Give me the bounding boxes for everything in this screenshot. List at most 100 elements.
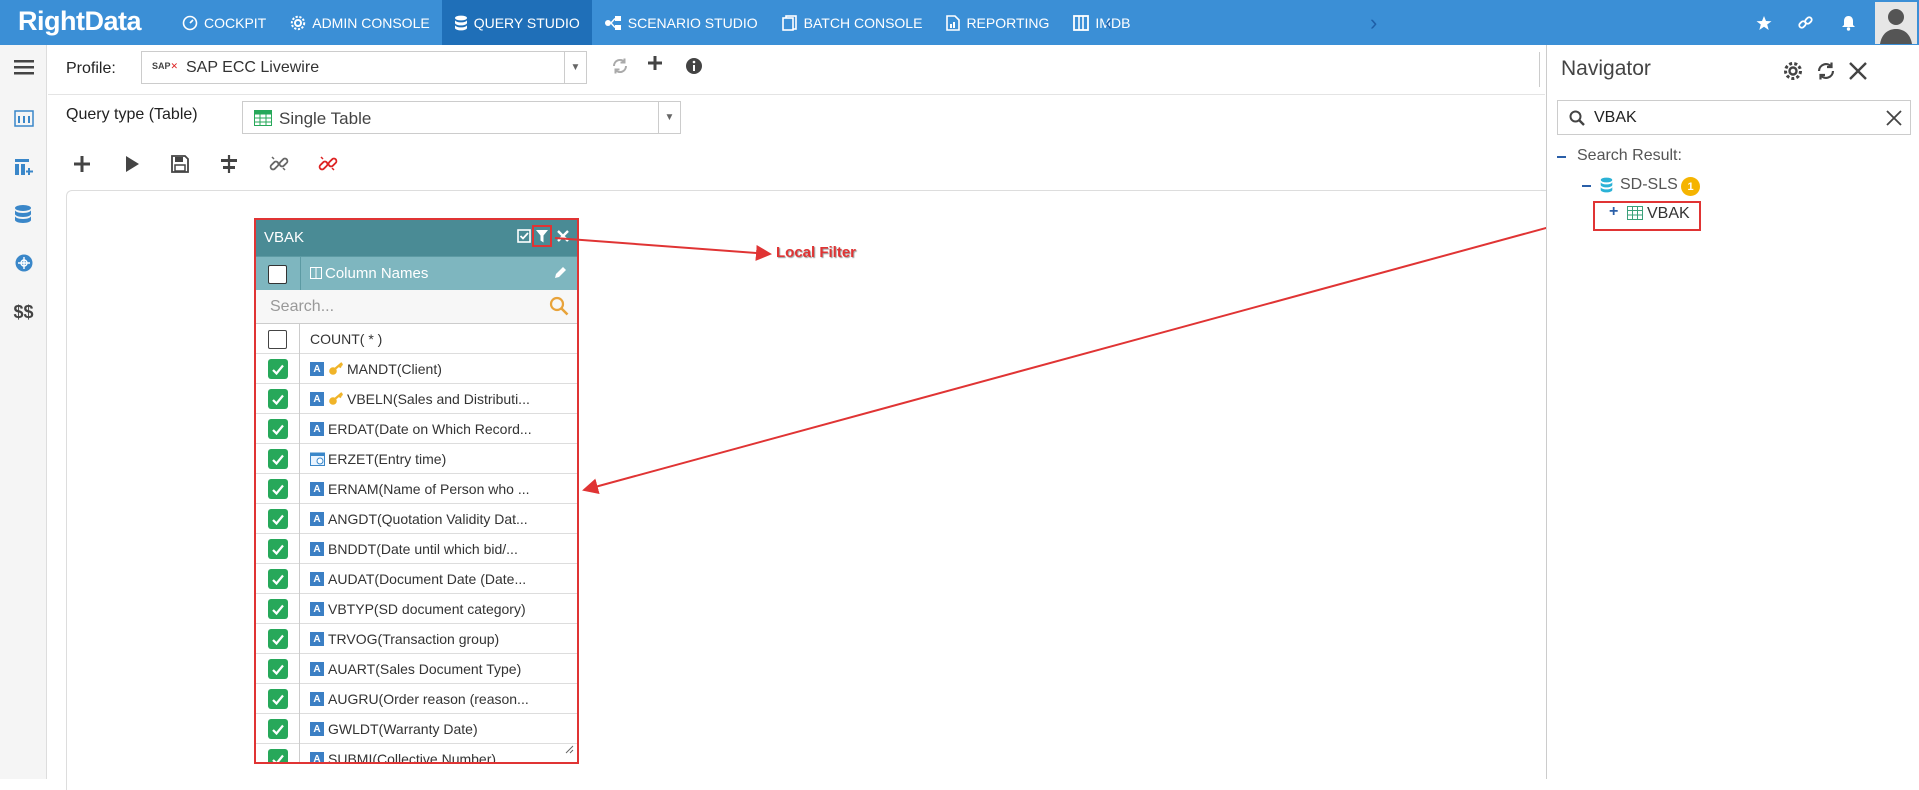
collapse-icon[interactable] bbox=[1557, 156, 1566, 158]
table-widget-vbak[interactable]: VBAK Column Names Search... COUNT(*) A… bbox=[254, 218, 579, 764]
table-row[interactable]: A GWLDT(Warranty Date) bbox=[256, 714, 577, 744]
table-row[interactable]: A AUGRU(Order reason (reason... bbox=[256, 684, 577, 714]
navigator-search-input[interactable]: VBAK bbox=[1594, 109, 1637, 127]
clear-search-icon[interactable] bbox=[1886, 110, 1902, 131]
link-icon[interactable] bbox=[1785, 15, 1827, 31]
navigator-title: Navigator bbox=[1561, 57, 1651, 80]
gear-icon bbox=[290, 15, 306, 31]
checked-checkbox[interactable] bbox=[268, 479, 288, 499]
chevron-down-icon[interactable]: ▼ bbox=[658, 102, 680, 133]
query-type-select[interactable]: Single Table ▼ bbox=[242, 101, 681, 134]
column-name-label: MANDT(Client) bbox=[347, 361, 442, 377]
table-row[interactable]: A VBTYP(SD document category) bbox=[256, 594, 577, 624]
nav-scroll-left-icon[interactable]: ‹ bbox=[1105, 10, 1112, 36]
add-profile-icon[interactable] bbox=[647, 55, 663, 71]
rightdata-logo[interactable]: RightData bbox=[18, 6, 142, 38]
gear-icon[interactable] bbox=[1783, 61, 1803, 86]
unchecked-checkbox[interactable] bbox=[268, 330, 287, 349]
table-row[interactable]: A BNDDT(Date until which bid/... bbox=[256, 534, 577, 564]
collapse-icon[interactable] bbox=[1582, 185, 1591, 187]
info-icon[interactable] bbox=[685, 57, 703, 75]
primary-key-icon bbox=[328, 362, 344, 381]
flow-icon bbox=[604, 15, 622, 31]
navigator-panel: Navigator VBAK Search Result: SD-SLS 1 +… bbox=[1546, 45, 1919, 779]
table-row[interactable]: ERZET(Entry time) bbox=[256, 444, 577, 474]
table-row[interactable]: A AUART(Sales Document Type) bbox=[256, 654, 577, 684]
table-row[interactable]: A ERNAM(Name of Person who ... bbox=[256, 474, 577, 504]
database-icon bbox=[1600, 177, 1613, 198]
nav-query-studio[interactable]: QUERY STUDIO bbox=[441, 0, 592, 45]
document-stack-icon bbox=[781, 14, 798, 31]
search-icon[interactable] bbox=[549, 296, 569, 321]
cost-dollar-item[interactable]: $$ bbox=[0, 294, 47, 330]
checked-checkbox[interactable] bbox=[268, 719, 288, 739]
table-row[interactable]: A TRVOG(Transaction group) bbox=[256, 624, 577, 654]
add-icon[interactable] bbox=[68, 150, 96, 178]
string-type-icon: A bbox=[310, 752, 324, 762]
notification-bell-icon[interactable] bbox=[1827, 15, 1869, 31]
table-row[interactable]: A ANGDT(Quotation Validity Dat... bbox=[256, 504, 577, 534]
unlink-chain-icon[interactable] bbox=[314, 150, 342, 178]
table-row[interactable]: A AUDAT(Document Date (Date... bbox=[256, 564, 577, 594]
nav-batch-console[interactable]: BATCH CONSOLE bbox=[770, 0, 935, 45]
speedometer-icon bbox=[182, 15, 198, 31]
string-type-icon: A bbox=[310, 632, 324, 646]
table-row[interactable]: A MANDT(Client) bbox=[256, 354, 577, 384]
string-type-icon: A bbox=[310, 662, 324, 676]
join-icon[interactable] bbox=[215, 150, 243, 178]
nav-admin-console[interactable]: ADMIN CONSOLE bbox=[278, 0, 441, 45]
checked-checkbox[interactable] bbox=[268, 359, 288, 379]
checked-checkbox[interactable] bbox=[268, 629, 288, 649]
checked-checkbox[interactable] bbox=[268, 749, 288, 762]
user-avatar[interactable] bbox=[1875, 1, 1917, 44]
hamburger-menu-icon[interactable] bbox=[0, 49, 47, 85]
checked-checkbox[interactable] bbox=[268, 659, 288, 679]
resize-handle-icon[interactable] bbox=[565, 741, 574, 759]
nav-scroll-right-icon[interactable]: › bbox=[1370, 10, 1377, 36]
checked-checkbox[interactable] bbox=[268, 599, 288, 619]
column-name-label: TRVOG(Transaction group) bbox=[328, 631, 500, 647]
link-chain-icon[interactable] bbox=[265, 150, 293, 178]
nav-imdb[interactable]: IMDB bbox=[1061, 0, 1142, 45]
bank-icon[interactable] bbox=[0, 100, 47, 136]
save-icon[interactable] bbox=[166, 150, 194, 178]
checked-checkbox[interactable] bbox=[268, 569, 288, 589]
profile-select[interactable]: SAP✕ SAP ECC Livewire ▼ bbox=[141, 51, 587, 84]
nav-reporting[interactable]: REPORTING bbox=[934, 0, 1061, 45]
select-all-checkbox[interactable] bbox=[268, 265, 287, 284]
nav-scenario-studio[interactable]: SCENARIO STUDIO bbox=[592, 0, 770, 45]
primary-key-icon bbox=[328, 392, 344, 411]
table-row[interactable]: A VBELN(Sales and Distributi... bbox=[256, 384, 577, 414]
checked-checkbox[interactable] bbox=[268, 449, 288, 469]
checked-checkbox[interactable] bbox=[268, 689, 288, 709]
checked-checkbox[interactable] bbox=[268, 539, 288, 559]
column-search-input[interactable]: Search... bbox=[270, 298, 334, 316]
nav-cockpit[interactable]: COCKPIT bbox=[170, 0, 278, 45]
toolbar-divider bbox=[1539, 52, 1540, 87]
table-row[interactable]: A ERDAT(Date on Which Record... bbox=[256, 414, 577, 444]
network-globe-icon[interactable] bbox=[0, 245, 47, 281]
refresh-icon[interactable] bbox=[611, 57, 629, 75]
columns-icon bbox=[310, 266, 322, 283]
column-name-label: VBELN(Sales and Distributi... bbox=[347, 391, 530, 407]
vbak-highlight-box bbox=[1593, 201, 1701, 231]
table-row[interactable]: COUNT( * ) bbox=[256, 324, 577, 354]
search-icon bbox=[1569, 110, 1585, 131]
refresh-icon[interactable] bbox=[1816, 61, 1836, 86]
edit-pencil-icon[interactable] bbox=[554, 266, 567, 284]
select-all-check-icon[interactable] bbox=[517, 229, 531, 248]
favorites-star-icon[interactable] bbox=[1743, 15, 1785, 31]
close-icon[interactable] bbox=[1848, 61, 1868, 86]
chevron-down-icon[interactable]: ▼ bbox=[564, 52, 586, 83]
run-query-icon[interactable] bbox=[118, 150, 146, 178]
checked-checkbox[interactable] bbox=[268, 389, 288, 409]
table-add-icon[interactable] bbox=[0, 149, 47, 185]
string-type-icon: A bbox=[310, 572, 324, 586]
table-row[interactable]: A SUBMI(Collective Number) bbox=[256, 744, 577, 762]
checked-checkbox[interactable] bbox=[268, 509, 288, 529]
table-widget-header[interactable]: VBAK bbox=[256, 220, 577, 256]
database-link-icon[interactable] bbox=[0, 197, 47, 233]
checked-checkbox[interactable] bbox=[268, 419, 288, 439]
close-table-icon[interactable] bbox=[556, 229, 570, 248]
navigator-search: VBAK bbox=[1557, 100, 1911, 135]
